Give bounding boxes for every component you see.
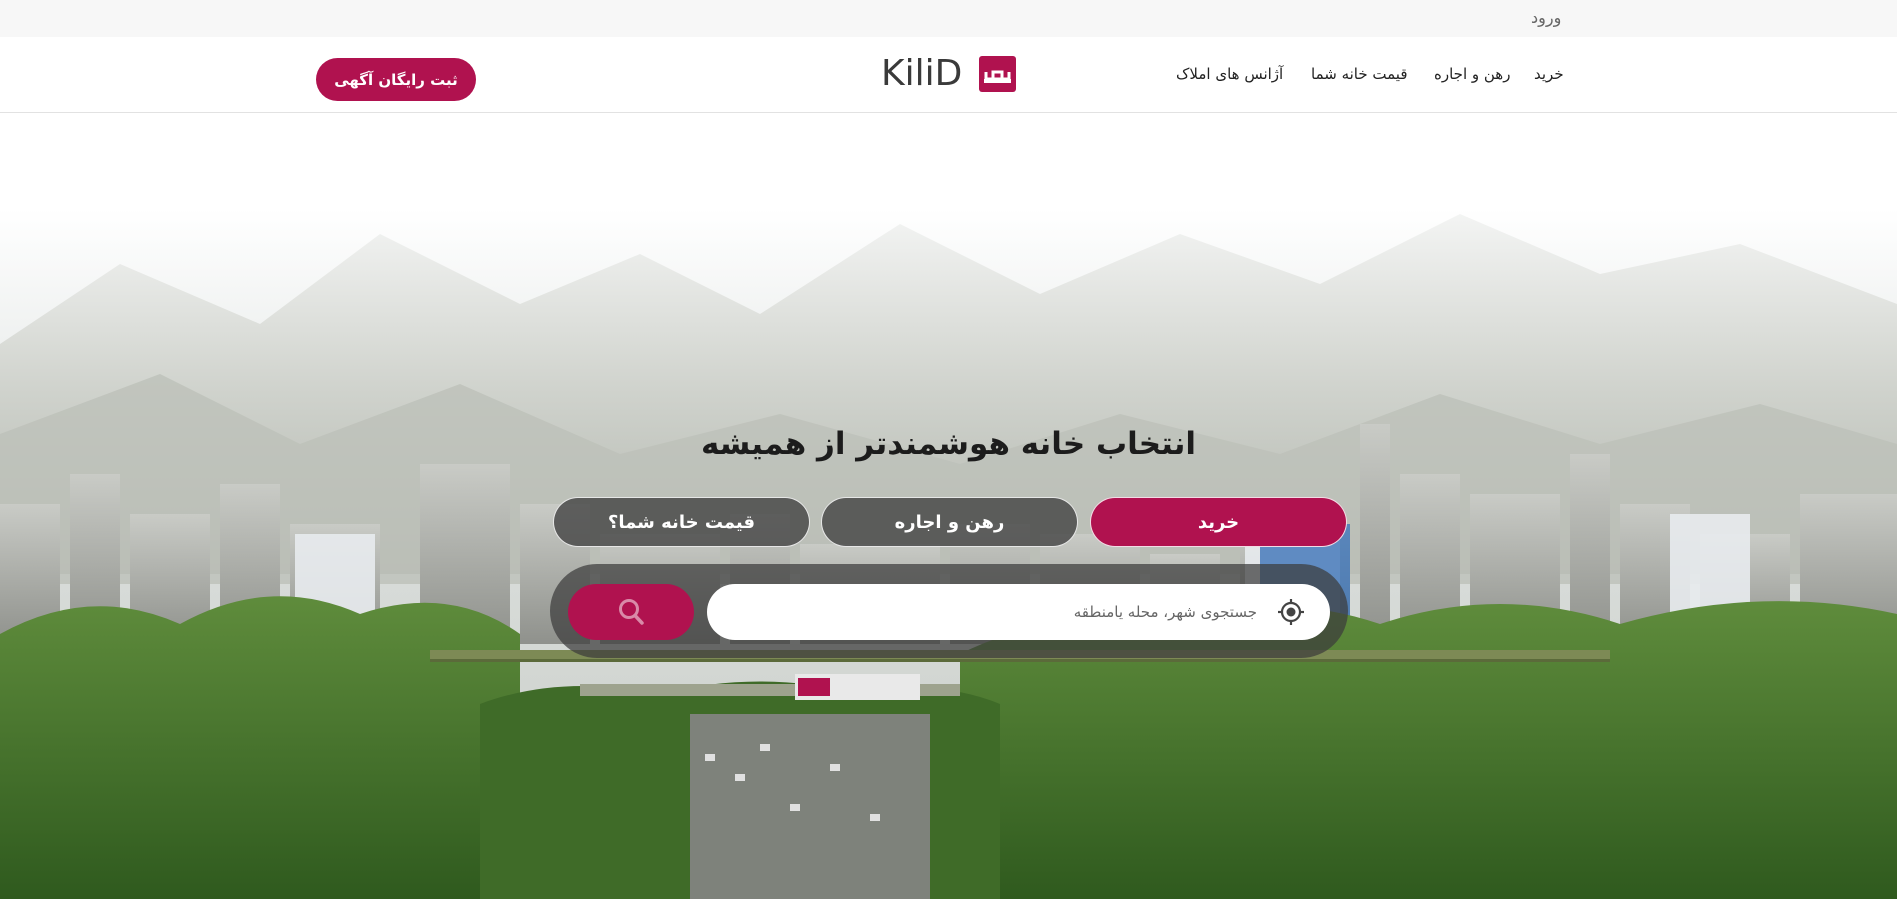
main-header: خرید رهن و اجاره قیمت خانه شما آژانس های…	[0, 37, 1897, 113]
logo-mark	[979, 56, 1016, 92]
crosshair-locate-icon[interactable]	[1277, 598, 1305, 626]
login-link[interactable]: ورود	[1531, 8, 1561, 27]
search-panel	[550, 564, 1348, 658]
nav-home-price[interactable]: قیمت خانه شما	[1311, 65, 1408, 83]
search-button[interactable]	[568, 584, 694, 640]
kilid-logo[interactable]: KiliD	[881, 53, 1016, 94]
top-bar: ورود	[0, 0, 1897, 37]
search-field	[707, 584, 1330, 640]
hero-section: انتخاب خانه هوشمندتر از همیشه خرید رهن و…	[0, 114, 1897, 899]
nav-buy[interactable]: خرید	[1534, 65, 1564, 83]
nav-rent[interactable]: رهن و اجاره	[1434, 65, 1510, 83]
tab-rent[interactable]: رهن و اجاره	[821, 497, 1078, 547]
post-free-ad-button[interactable]: ثبت رایگان آگهی	[316, 58, 476, 101]
tab-home-price[interactable]: قیمت خانه شما؟	[553, 497, 810, 547]
nav-agencies[interactable]: آژانس های املاک	[1176, 65, 1283, 83]
logo-wordmark: KiliD	[881, 53, 963, 94]
hero-headline: انتخاب خانه هوشمندتر از همیشه	[700, 426, 1197, 462]
search-icon	[619, 599, 644, 625]
tab-buy[interactable]: خرید	[1090, 497, 1347, 547]
search-input[interactable]	[727, 592, 1257, 632]
